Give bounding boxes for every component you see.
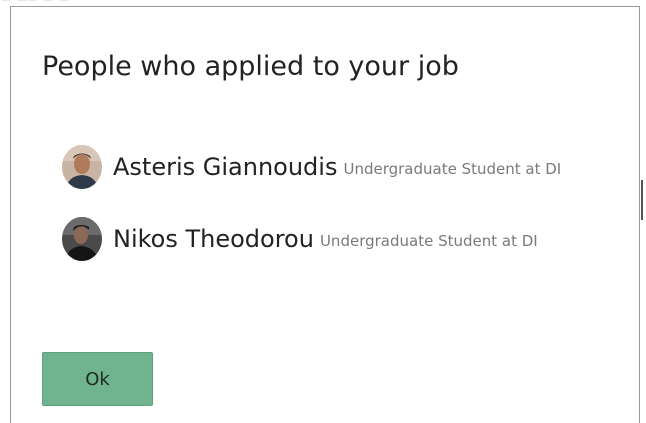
applicants-modal: People who applied to your job Asteris G… — [10, 6, 640, 423]
ok-button[interactable]: Ok — [42, 352, 153, 406]
background-page-sliver — [641, 180, 643, 220]
modal-title: People who applied to your job — [42, 51, 459, 82]
page: ▀ ▀▀ ▀ ▀ People who applied to your job … — [0, 0, 646, 423]
background-page-fragment: ▀ ▀▀ ▀ ▀ — [2, 0, 71, 7]
applicant-role: Undergraduate Student at DI — [319, 232, 538, 250]
user-photo-avatar-icon[interactable] — [62, 217, 102, 261]
applicant-item[interactable]: Nikos Theodorou Undergraduate Student at… — [62, 216, 561, 262]
user-photo-avatar-icon[interactable] — [62, 145, 102, 189]
applicant-name[interactable]: Nikos Theodorou — [113, 225, 314, 253]
applicant-role: Undergraduate Student at DI — [343, 160, 562, 178]
applicant-list: Asteris Giannoudis Undergraduate Student… — [62, 144, 561, 288]
applicant-item[interactable]: Asteris Giannoudis Undergraduate Student… — [62, 144, 561, 190]
applicant-name[interactable]: Asteris Giannoudis — [113, 153, 337, 181]
